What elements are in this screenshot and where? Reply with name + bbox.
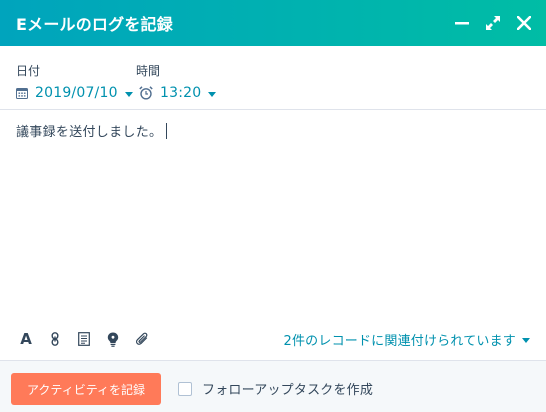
close-button[interactable] xyxy=(509,8,539,38)
calendar-icon xyxy=(16,88,28,99)
divider xyxy=(0,109,546,110)
editor-toolbar: A xyxy=(16,329,161,349)
log-email-dialog: Eメールのログを記録 日付 2019/07/10 時間 13:20 議事録を送付… xyxy=(0,0,546,412)
followup-task-checkbox[interactable] xyxy=(178,381,192,396)
text-format-icon[interactable]: A xyxy=(16,329,36,349)
link-icon[interactable] xyxy=(45,329,65,349)
followup-task-label: フォローアップタスクを作成 xyxy=(202,383,374,398)
email-body-text: 議事録を送付しました。 xyxy=(16,125,163,140)
time-label: 時間 xyxy=(136,64,161,78)
date-picker[interactable]: 2019/07/10 xyxy=(16,83,133,103)
time-picker[interactable]: 13:20 xyxy=(139,83,217,103)
chevron-down-icon xyxy=(124,91,133,97)
followup-task-option[interactable]: フォローアップタスクを作成 xyxy=(178,379,373,398)
snippet-icon[interactable] xyxy=(74,329,94,349)
log-activity-button[interactable]: アクティビティを記録 xyxy=(11,373,161,405)
date-value: 2019/07/10 xyxy=(35,85,118,101)
dialog-title: Eメールのログを記録 xyxy=(16,15,173,34)
time-value: 13:20 xyxy=(160,85,202,101)
minimize-button[interactable] xyxy=(447,8,477,38)
dialog-header: Eメールのログを記録 xyxy=(0,0,546,46)
chevron-down-icon xyxy=(522,338,530,343)
associations-dropdown[interactable]: 2件のレコードに関連付けられています xyxy=(284,330,530,349)
expand-button[interactable] xyxy=(478,8,508,38)
attachment-icon[interactable] xyxy=(132,329,152,349)
email-body-editor[interactable]: 議事録を送付しました。 xyxy=(16,121,168,140)
alarm-clock-icon xyxy=(139,86,153,100)
text-cursor xyxy=(166,123,168,139)
close-icon xyxy=(517,16,531,30)
lightbulb-icon[interactable] xyxy=(103,329,123,349)
date-label: 日付 xyxy=(16,64,41,78)
associations-text: 2件のレコードに関連付けられています xyxy=(283,334,516,349)
expand-icon xyxy=(486,16,500,30)
minimize-icon xyxy=(455,22,469,25)
chevron-down-icon xyxy=(208,91,217,97)
dialog-footer: アクティビティを記録 フォローアップタスクを作成 xyxy=(0,360,546,412)
